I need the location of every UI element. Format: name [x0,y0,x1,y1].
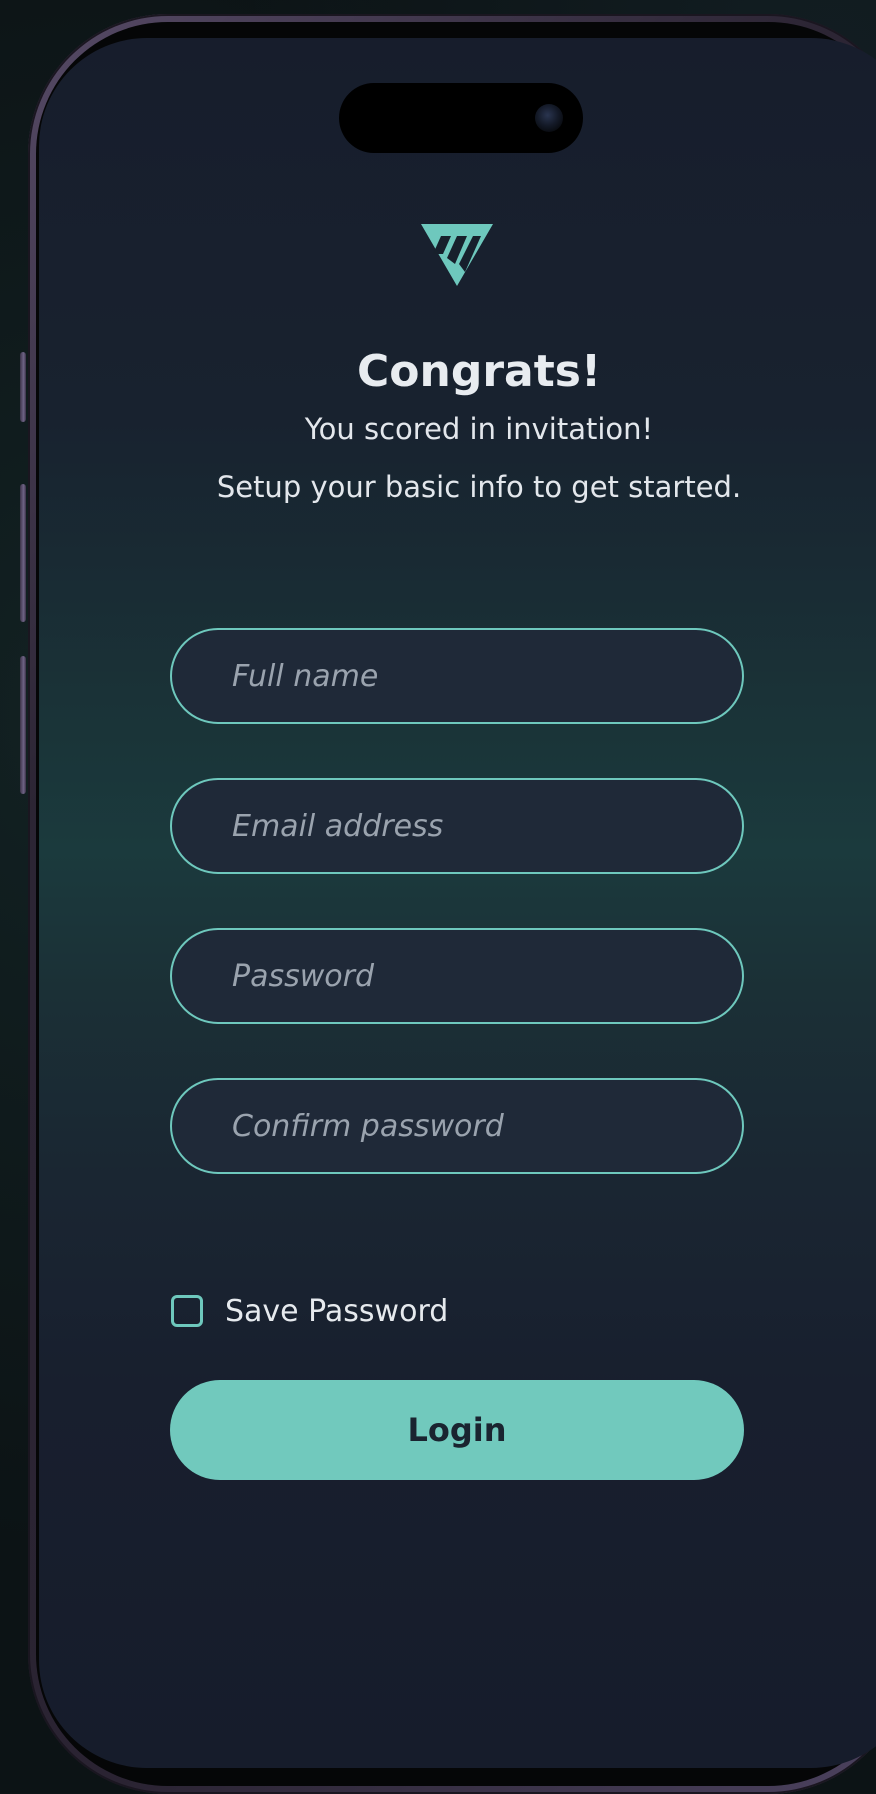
page-title: Congrats! [356,346,602,397]
confirm-password-field[interactable] [170,1078,744,1174]
action-button [20,352,26,422]
password-field[interactable] [170,928,744,1024]
confirm-password-input[interactable] [230,1107,742,1145]
front-camera-icon [535,104,563,132]
email-input[interactable] [230,807,742,845]
subtitle-invitation: You scored in invitation! [304,412,654,446]
full-name-input[interactable] [230,657,742,695]
save-password-label[interactable]: Save Password [225,1294,448,1329]
volume-up-button [20,484,26,622]
app-screen: Congrats! You scored in invitation! Setu… [39,38,876,1768]
app-logo-icon [421,224,493,286]
save-password-checkbox[interactable] [171,1295,203,1327]
login-button[interactable]: Login [170,1380,744,1480]
dynamic-island [339,83,583,153]
volume-down-button [20,656,26,794]
save-password-row[interactable]: Save Password [171,1291,448,1331]
subtitle-instructions: Setup your basic info to get started. [216,470,742,504]
full-name-field[interactable] [170,628,744,724]
password-input[interactable] [230,957,742,995]
email-field[interactable] [170,778,744,874]
